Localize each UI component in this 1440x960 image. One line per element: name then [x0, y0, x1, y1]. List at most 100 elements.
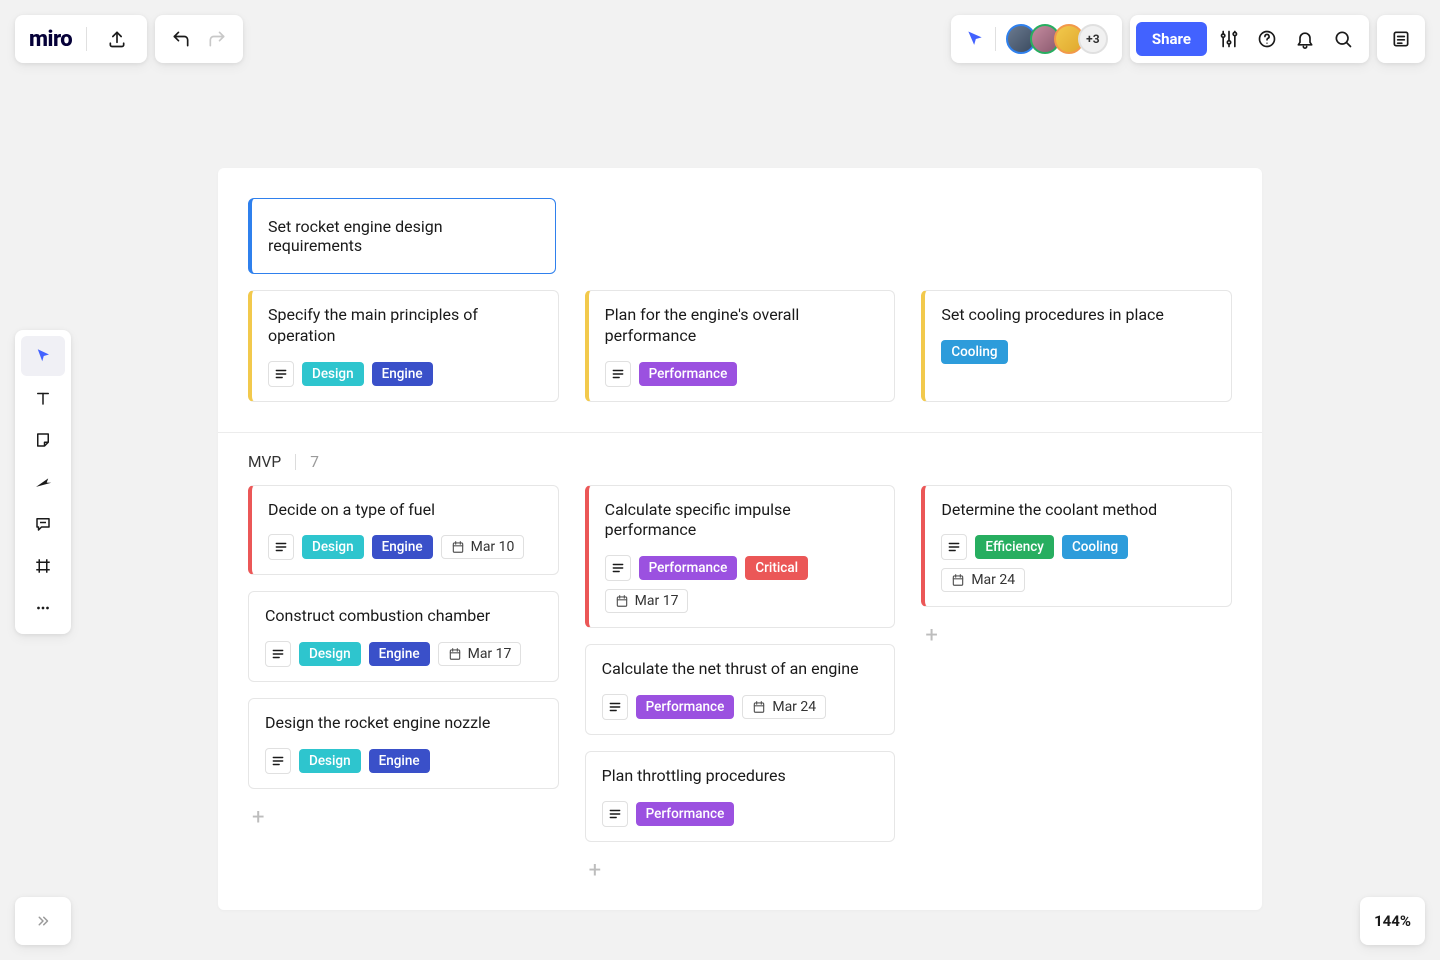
comment-tool[interactable] — [21, 504, 65, 544]
comments-panel-button[interactable] — [1377, 15, 1425, 63]
more-tools[interactable] — [21, 588, 65, 628]
date-chip: Mar 17 — [438, 642, 522, 666]
settings-button[interactable] — [1213, 23, 1245, 55]
comment-icon — [34, 515, 52, 533]
tag-design: Design — [299, 749, 361, 773]
description-icon — [268, 534, 294, 560]
help-icon — [1257, 29, 1277, 49]
date-text: Mar 17 — [468, 646, 512, 662]
avatar-overflow[interactable]: +3 — [1078, 24, 1108, 54]
description-icon — [265, 748, 291, 774]
date-chip: Mar 17 — [605, 589, 689, 613]
redo-button[interactable] — [201, 23, 233, 55]
task-card[interactable]: Calculate the net thrust of an engine Pe… — [585, 644, 896, 735]
task-card[interactable]: Set cooling procedures in place Cooling — [921, 290, 1232, 402]
undo-button[interactable] — [165, 23, 197, 55]
task-card[interactable]: Calculate specific impulse performance P… — [585, 485, 896, 629]
date-text: Mar 24 — [772, 699, 816, 715]
section-mvp-header[interactable]: MVP 7 — [218, 433, 1262, 485]
card-meta: PerformanceCriticalMar 17 — [605, 555, 879, 613]
frame-tool[interactable] — [21, 546, 65, 586]
upload-icon — [107, 29, 127, 49]
divider — [995, 27, 996, 51]
header-card[interactable]: Set rocket engine design requirements — [248, 198, 556, 274]
tag-efficiency: Efficiency — [975, 535, 1054, 559]
tag-cooling: Cooling — [941, 340, 1007, 364]
app-logo[interactable]: miro — [29, 27, 72, 52]
frame-icon — [34, 557, 52, 575]
tools-toolbar — [15, 330, 71, 634]
section-count: 7 — [310, 453, 319, 471]
date-text: Mar 10 — [471, 539, 515, 555]
expand-panel-button[interactable] — [15, 897, 71, 945]
card-meta: DesignEngineMar 10 — [268, 534, 542, 560]
presence-avatars[interactable]: +3 — [1006, 24, 1108, 54]
card-meta: Cooling — [941, 340, 1215, 364]
more-icon — [34, 599, 52, 617]
task-card[interactable]: Plan for the engine's overall performanc… — [585, 290, 896, 402]
tag-design: Design — [302, 362, 364, 386]
history-panel — [155, 15, 243, 63]
description-icon — [602, 694, 628, 720]
tag-engine: Engine — [372, 535, 433, 559]
card-meta: PerformanceMar 24 — [602, 694, 879, 720]
section-top: Set rocket engine design requirements Sp… — [218, 168, 1262, 410]
connector-tool[interactable] — [21, 462, 65, 502]
help-button[interactable] — [1251, 23, 1283, 55]
select-tool[interactable] — [21, 336, 65, 376]
cursor-presence-icon[interactable] — [965, 29, 985, 49]
date-text: Mar 17 — [635, 593, 679, 609]
card-title: Plan throttling procedures — [602, 766, 879, 787]
share-button[interactable]: Share — [1136, 22, 1207, 56]
tag-design: Design — [299, 642, 361, 666]
board-canvas[interactable]: Set rocket engine design requirements Sp… — [218, 168, 1262, 910]
calendar-icon — [615, 594, 629, 608]
add-card-button[interactable]: + — [921, 623, 1232, 649]
task-column: Determine the coolant method EfficiencyC… — [921, 485, 1232, 650]
description-icon — [602, 801, 628, 827]
task-card[interactable]: Design the rocket engine nozzle Design En… — [248, 698, 559, 789]
task-column: Decide on a type of fuel DesignEngineMar… — [248, 485, 559, 831]
card-meta: Design Engine — [265, 748, 542, 774]
description-icon — [265, 641, 291, 667]
notifications-button[interactable] — [1289, 23, 1321, 55]
text-tool[interactable] — [21, 378, 65, 418]
card-meta: Design Engine — [268, 361, 542, 387]
task-card[interactable]: Specify the main principles of operation… — [248, 290, 559, 402]
search-button[interactable] — [1327, 23, 1359, 55]
task-card[interactable]: Construct combustion chamber DesignEngin… — [248, 591, 559, 682]
card-meta: Performance — [605, 361, 879, 387]
task-card[interactable]: Decide on a type of fuel DesignEngineMar… — [248, 485, 559, 576]
zoom-level[interactable]: 144% — [1360, 897, 1425, 945]
calendar-icon — [951, 573, 965, 587]
tag-engine: Engine — [369, 749, 430, 773]
pointer-icon — [34, 347, 52, 365]
card-title: Construct combustion chamber — [265, 606, 542, 627]
calendar-icon — [451, 540, 465, 554]
card-meta: DesignEngineMar 17 — [265, 641, 542, 667]
sliders-icon — [1219, 29, 1239, 49]
sticky-note-tool[interactable] — [21, 420, 65, 460]
text-icon — [34, 389, 52, 407]
date-chip: Mar 10 — [441, 535, 525, 559]
divider — [86, 27, 87, 51]
card-meta: EfficiencyCoolingMar 24 — [941, 534, 1215, 592]
card-title: Set cooling procedures in place — [941, 305, 1215, 326]
export-button[interactable] — [101, 23, 133, 55]
undo-icon — [171, 29, 191, 49]
date-text: Mar 24 — [971, 572, 1015, 588]
tag-performance: Performance — [636, 802, 735, 826]
card-meta: Performance — [602, 801, 879, 827]
card-title: Calculate the net thrust of an engine — [602, 659, 879, 680]
add-card-button[interactable]: + — [585, 858, 896, 884]
date-chip: Mar 24 — [742, 695, 826, 719]
task-card[interactable]: Determine the coolant method EfficiencyC… — [921, 485, 1232, 608]
redo-icon — [207, 29, 227, 49]
description-icon — [605, 555, 631, 581]
card-title: Design the rocket engine nozzle — [265, 713, 542, 734]
add-card-button[interactable]: + — [248, 805, 559, 831]
description-icon — [268, 361, 294, 387]
tag-engine: Engine — [372, 362, 433, 386]
collaboration-panel: +3 — [951, 15, 1122, 63]
task-card[interactable]: Plan throttling procedures Performance — [585, 751, 896, 842]
